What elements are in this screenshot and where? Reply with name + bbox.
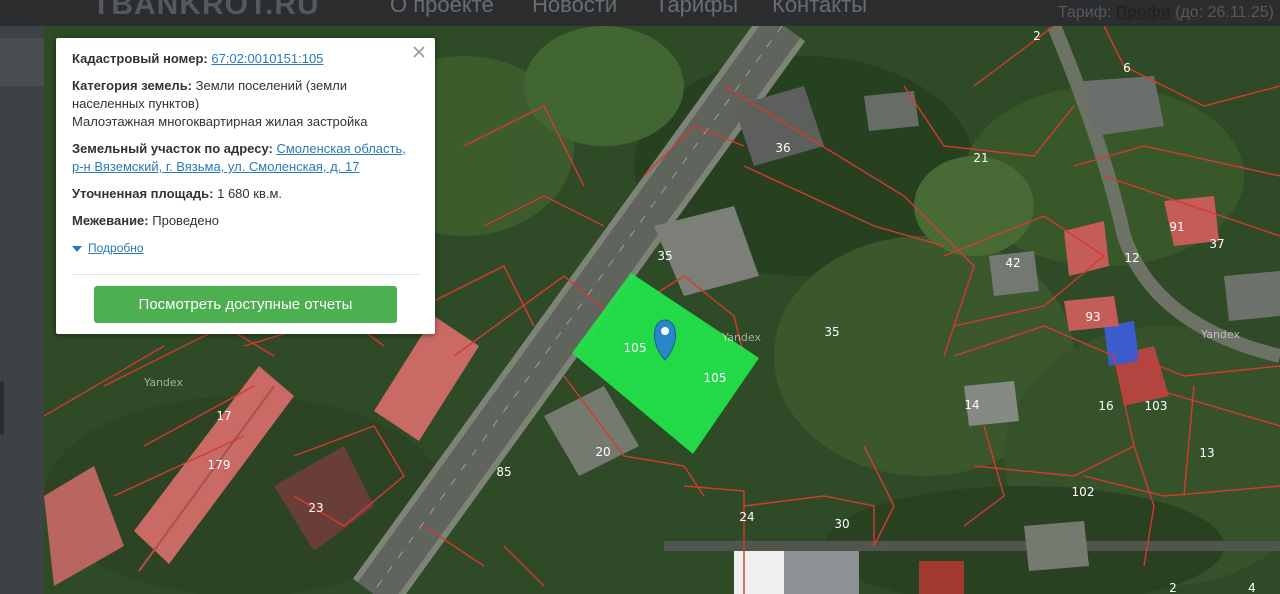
tariff-until: (до: 26.11.25) [1175,4,1274,21]
address-label: Земельный участок по адресу: [72,141,273,156]
parcel-label: 103 [1145,399,1168,413]
sidebar-stripe [0,38,44,86]
parcel-label: 30 [834,517,849,531]
cadastral-number-link[interactable]: 67:02:0010151:105 [211,51,323,66]
parcel-label: 36 [775,141,790,155]
close-icon[interactable] [411,44,427,60]
brand-logo[interactable]: TBANKROT.RU [92,0,320,22]
nav-news[interactable]: Новости [532,0,617,18]
parcel-label: 2 [1033,29,1041,43]
parcel-label: 105 [624,341,647,355]
parcel-label: 23 [308,501,323,515]
parcel-label: 102 [1072,485,1095,499]
land-use-value: Малоэтажная многоквартирная жилая застро… [72,114,368,129]
survey-row: Межевание: Проведено [72,212,419,230]
popup-divider [72,274,419,275]
survey-value: Проведено [152,213,219,228]
parcel-label: 6 [1123,61,1131,75]
tariff-status: Тариф: Профи (до: 26.11.25) [1058,4,1274,22]
address-row: Земельный участок по адресу: Смоленская … [72,140,419,176]
parcel-label: 37 [1209,237,1224,251]
top-navigation-bar: TBANKROT.RU О проекте Новости Тарифы Кон… [0,0,1280,26]
parcel-label: 21 [973,151,988,165]
parcel-label: 85 [496,465,511,479]
parcel-label: 16 [1098,399,1113,413]
parcel-label: 20 [595,445,610,459]
nav-contacts[interactable]: Контакты [772,0,867,18]
area-label: Уточненная площадь: [72,186,214,201]
parcel-label: 2 [1169,581,1177,594]
parcel-label: 93 [1085,310,1100,324]
cadastral-label: Кадастровый номер: [72,51,208,66]
parcel-label: 35 [824,325,839,339]
nav-about[interactable]: О проекте [390,0,494,18]
category-label: Категория земель: [72,78,193,93]
parcel-label: 4 [1248,581,1256,594]
parcel-label: 179 [208,458,231,472]
area-row: Уточненная площадь: 1 680 кв.м. [72,185,419,203]
parcel-label: 17 [216,409,231,423]
parcel-label: 105 [704,371,727,385]
parcel-info-popup: Кадастровый номер: 67:02:0010151:105 Кат… [56,38,435,334]
left-sidebar [0,26,44,594]
cadastral-row: Кадастровый номер: 67:02:0010151:105 [72,50,419,68]
yandex-watermark: Yandex [143,376,183,389]
details-toggle[interactable]: Подробно [72,239,419,257]
details-link[interactable]: Подробно [88,241,144,255]
parcel-label: 42 [1005,256,1020,270]
nav-tariffs[interactable]: Тарифы [655,0,738,18]
parcel-label: 24 [739,510,754,524]
parcel-label: 35 [657,249,672,263]
area-value: 1 680 кв.м. [217,186,283,201]
survey-label: Межевание: [72,213,149,228]
yandex-watermark: Yandex [721,331,761,344]
view-reports-button[interactable]: Посмотреть доступные отчеты [94,286,397,323]
parcel-label: 14 [964,398,979,412]
sidebar-tab-handle[interactable] [0,381,4,435]
category-row: Категория земель: Земли поселений (земли… [72,77,419,131]
tariff-name-link[interactable]: Профи [1116,4,1171,21]
caret-down-icon [72,245,82,252]
parcel-label: 13 [1199,446,1214,460]
parcel-label: 91 [1169,220,1184,234]
yandex-watermark: Yandex [1200,328,1240,341]
tariff-prefix: Тариф: [1057,4,1112,21]
parcel-label: 12 [1124,251,1139,265]
